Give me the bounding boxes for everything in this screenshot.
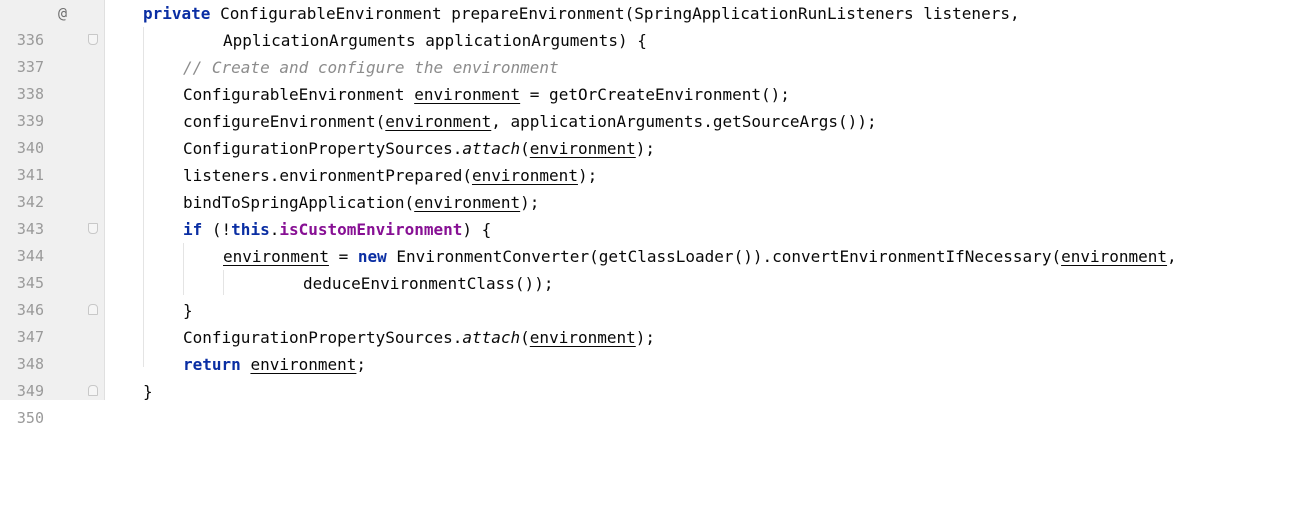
code-token: ); bbox=[577, 166, 598, 185]
code-text: return environment; bbox=[183, 351, 366, 378]
code-line: 348 ConfigurationPropertySources.attach(… bbox=[0, 324, 1303, 373]
code-token: ; bbox=[356, 355, 367, 374]
code-line: 349 return environment; bbox=[0, 351, 1303, 400]
fold-open-icon[interactable] bbox=[88, 223, 98, 234]
code-line: 344 if (!this.isCustomEnvironment) { bbox=[0, 216, 1303, 265]
code-text: ConfigurationPropertySources.attach(envi… bbox=[183, 135, 655, 162]
variable: environment bbox=[471, 166, 578, 185]
variable: environment bbox=[414, 193, 521, 212]
code-token: ); bbox=[635, 328, 656, 347]
code-token: bindToSpringApplication( bbox=[183, 193, 415, 212]
variable: environment bbox=[1061, 247, 1168, 266]
keyword: if bbox=[183, 220, 203, 239]
code-token: ); bbox=[635, 139, 656, 158]
code-comment: // Create and configure the environment bbox=[183, 58, 559, 77]
code-line: 345 environment = new EnvironmentConvert… bbox=[0, 243, 1303, 292]
field: isCustomEnvironment bbox=[279, 220, 463, 239]
code-text: } bbox=[143, 382, 153, 401]
code-token: ConfigurationPropertySources. bbox=[183, 328, 463, 347]
code-token: configureEnvironment( bbox=[183, 112, 386, 131]
keyword: this bbox=[231, 220, 270, 239]
fold-open-icon[interactable] bbox=[88, 34, 98, 45]
code-token: = getOrCreateEnvironment(); bbox=[520, 85, 790, 104]
code-token: ) { bbox=[462, 220, 492, 239]
override-marker-icon[interactable]: @ bbox=[58, 0, 67, 27]
code-text: if (!this.isCustomEnvironment) { bbox=[183, 216, 491, 243]
variable: environment bbox=[385, 112, 492, 131]
code-token: ); bbox=[520, 193, 540, 212]
code-line: 341 ConfigurationPropertySources.attach(… bbox=[0, 135, 1303, 184]
code-token: , bbox=[1167, 247, 1177, 266]
code-token: ConfigurationPropertySources. bbox=[183, 139, 463, 158]
code-token: ( bbox=[520, 139, 530, 158]
variable: environment bbox=[414, 85, 521, 104]
variable: environment bbox=[529, 328, 636, 347]
code-text: deduceEnvironmentClass()); bbox=[303, 274, 554, 293]
code-line: 339 ConfigurableEnvironment environment … bbox=[0, 81, 1303, 130]
fold-close-icon[interactable] bbox=[88, 304, 98, 315]
code-token: , applicationArguments.getSourceArgs()); bbox=[491, 112, 877, 131]
keyword: private bbox=[143, 4, 211, 23]
keyword: new bbox=[357, 247, 387, 266]
line-number: 350 bbox=[16, 409, 44, 427]
variable: environment bbox=[223, 247, 329, 266]
code-line: 338 // Create and configure the environm… bbox=[0, 54, 1303, 103]
code-text: environment = new EnvironmentConverter(g… bbox=[223, 243, 1177, 270]
code-line: 342 listeners.environmentPrepared(enviro… bbox=[0, 162, 1303, 211]
fold-close-icon[interactable] bbox=[88, 385, 98, 396]
variable: environment bbox=[250, 355, 357, 374]
code-token: listeners.environmentPrepared( bbox=[183, 166, 472, 185]
code-token: . bbox=[269, 220, 280, 239]
code-text: ApplicationArguments applicationArgument… bbox=[223, 31, 647, 50]
code-line: 340 configureEnvironment(environment, ap… bbox=[0, 108, 1303, 157]
code-line: 350 } bbox=[0, 378, 1303, 427]
code-text: configureEnvironment(environment, applic… bbox=[183, 108, 877, 135]
code-text: private ConfigurableEnvironment prepareE… bbox=[143, 0, 1020, 27]
static-method: attach bbox=[462, 328, 521, 347]
code-token: (! bbox=[202, 220, 232, 239]
static-method: attach bbox=[462, 139, 521, 158]
code-line: 343 bindToSpringApplication(environment)… bbox=[0, 189, 1303, 238]
code-line: 337 ApplicationArguments applicationArgu… bbox=[0, 27, 1303, 76]
code-line: 346 deduceEnvironmentClass()); bbox=[0, 270, 1303, 319]
variable: environment bbox=[529, 139, 636, 158]
code-token: ConfigurableEnvironment prepareEnvironme… bbox=[210, 4, 1020, 23]
code-line: 347 } bbox=[0, 297, 1303, 346]
code-text: } bbox=[183, 301, 193, 320]
code-text: listeners.environmentPrepared(environmen… bbox=[183, 162, 597, 189]
code-token: = bbox=[328, 247, 358, 266]
code-text: ConfigurationPropertySources.attach(envi… bbox=[183, 324, 655, 351]
code-token: ConfigurableEnvironment bbox=[183, 85, 415, 104]
code-token: ( bbox=[520, 328, 530, 347]
code-text: ConfigurableEnvironment environment = ge… bbox=[183, 81, 790, 108]
keyword: return bbox=[183, 355, 241, 374]
code-line: 336 @ private ConfigurableEnvironment pr… bbox=[0, 0, 1303, 49]
code-token: EnvironmentConverter(getClassLoader()).c… bbox=[386, 247, 1062, 266]
code-text: bindToSpringApplication(environment); bbox=[183, 189, 539, 216]
